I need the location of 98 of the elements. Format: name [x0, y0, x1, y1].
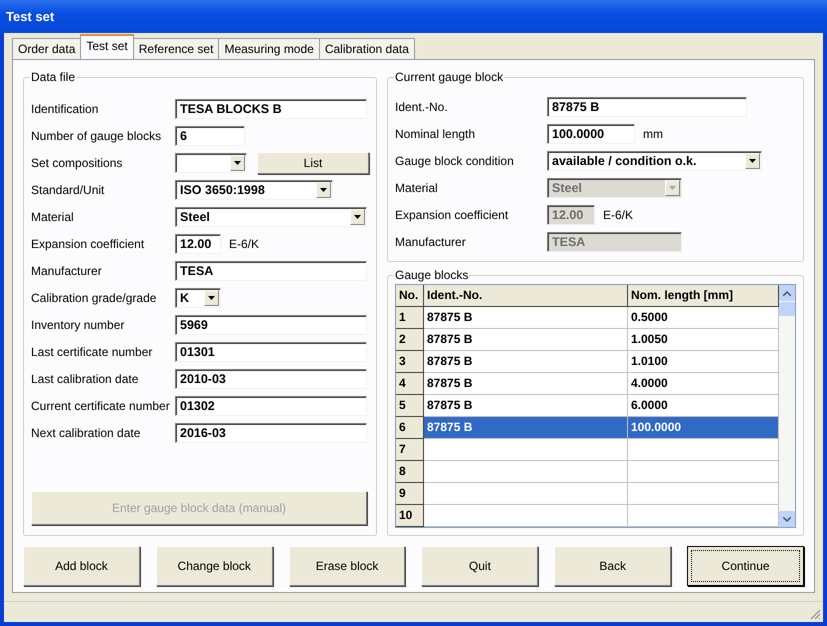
caret-icon: [354, 215, 361, 219]
tab[interactable]: Calibration data: [318, 38, 415, 59]
table-row[interactable]: 1 87875 B 0.5000: [396, 307, 779, 329]
table-cell: 100.0000: [628, 417, 779, 439]
dropdown-arrow-button[interactable]: [230, 155, 245, 171]
table-cell: 87875 B: [424, 417, 628, 439]
field-label: Calibration grade/grade: [31, 291, 158, 305]
group-title: Gauge blocks: [394, 268, 470, 282]
field-label: Expansion coefficient: [395, 208, 510, 222]
input-field[interactable]: TESA: [175, 261, 367, 281]
row-number: 1: [396, 307, 424, 329]
table-row[interactable]: 3 87875 B 1.0100: [396, 351, 779, 373]
field-label: Inventory number: [31, 318, 126, 332]
table-cell: 87875 B: [424, 351, 628, 373]
action-button[interactable]: Continue: [687, 546, 804, 586]
dropdown-arrow-button[interactable]: [745, 153, 760, 169]
table-row[interactable]: 8: [396, 461, 779, 483]
input-field[interactable]: 100.0000: [547, 124, 635, 144]
column-header[interactable]: Ident.-No.: [424, 285, 628, 307]
tab[interactable]: Test set: [80, 34, 134, 59]
field-label: Ident.-No.: [395, 100, 449, 114]
scrollbar[interactable]: [779, 285, 795, 527]
scroll-down-button[interactable]: [779, 511, 795, 527]
field-label: Manufacturer: [31, 264, 103, 278]
input-field[interactable]: 2016-03: [175, 423, 367, 443]
tab[interactable]: Reference set: [132, 38, 220, 59]
table-cell: 87875 B: [424, 373, 628, 395]
table-cell: 87875 B: [424, 329, 628, 351]
field-label: Standard/Unit: [31, 183, 106, 197]
input-field[interactable]: 87875 B: [547, 97, 747, 117]
table-row[interactable]: 10: [396, 505, 779, 527]
row-number: 10: [396, 505, 424, 527]
field-label: Manufacturer: [395, 235, 467, 249]
column-header[interactable]: Nom. length [mm]: [628, 285, 779, 307]
action-button[interactable]: Quit: [421, 546, 538, 586]
row-number: 3: [396, 351, 424, 373]
row-number: 9: [396, 483, 424, 505]
window-title: Test set: [6, 9, 54, 24]
input-field[interactable]: 01301: [175, 342, 367, 362]
table-row[interactable]: 2 87875 B 1.0050: [396, 329, 779, 351]
group-title: Data file: [30, 70, 76, 84]
field-label: Next calibration date: [31, 426, 142, 440]
dropdown-field[interactable]: K: [175, 288, 221, 308]
caret-icon: [669, 186, 676, 190]
unit-label: E-6/K: [603, 208, 634, 222]
input-field[interactable]: 01302: [175, 396, 367, 416]
action-button[interactable]: Change block: [156, 546, 273, 586]
input-field[interactable]: 2010-03: [175, 369, 367, 389]
scroll-up-button[interactable]: [779, 285, 795, 301]
dropdown-arrow-button[interactable]: [204, 290, 219, 306]
input-field[interactable]: TESA BLOCKS B: [175, 99, 367, 119]
row-number: 5: [396, 395, 424, 417]
scroll-thumb[interactable]: [779, 302, 795, 316]
dropdown-arrow-button[interactable]: [350, 209, 365, 225]
caret-icon: [208, 296, 215, 300]
field-label: Material: [31, 210, 75, 224]
field-label: Number of gauge blocks: [31, 129, 162, 143]
dropdown-arrow-button[interactable]: [316, 182, 331, 198]
row-number: 6: [396, 417, 424, 439]
resize-grip-icon: [809, 608, 821, 620]
caret-icon: [320, 188, 327, 192]
action-button[interactable]: Erase block: [288, 546, 406, 586]
dropdown-field[interactable]: [175, 153, 247, 173]
action-button[interactable]: Back: [554, 546, 672, 586]
field-label: Set compositions: [31, 156, 124, 170]
list-button[interactable]: List: [257, 152, 369, 174]
caret-icon: [749, 159, 756, 163]
dropdown-field[interactable]: Steel: [175, 207, 367, 227]
caret-icon: [234, 161, 241, 165]
group-title: Current gauge block: [394, 70, 504, 84]
row-number: 4: [396, 373, 424, 395]
table-cell: 87875 B: [424, 307, 628, 329]
action-button[interactable]: Add block: [23, 546, 140, 586]
field-label: Last certificate number: [31, 345, 154, 359]
field-label: Identification: [31, 102, 100, 116]
input-field[interactable]: 5969: [175, 315, 367, 335]
unit-label: mm: [643, 127, 663, 141]
input-field[interactable]: 6: [175, 126, 245, 146]
table-row[interactable]: 9: [396, 483, 779, 505]
field-label: Current certificate number: [31, 399, 171, 413]
tab[interactable]: Order data: [12, 38, 82, 59]
field-label: Expansion coefficient: [31, 237, 146, 251]
field-label: Last calibration date: [31, 372, 140, 386]
field-label: Gauge block condition: [395, 154, 515, 168]
dropdown-field[interactable]: ISO 3650:1998: [175, 180, 333, 200]
table-row[interactable]: 6 87875 B 100.0000: [396, 417, 779, 439]
field-label: Nominal length: [395, 127, 476, 141]
unit-label: E-6/K: [229, 237, 260, 251]
row-number: 2: [396, 329, 424, 351]
column-header[interactable]: No.: [396, 285, 424, 307]
table-row[interactable]: 4 87875 B 4.0000: [396, 373, 779, 395]
input-field[interactable]: 12.00: [175, 234, 221, 254]
tab[interactable]: Measuring mode: [218, 38, 320, 59]
row-number: 8: [396, 461, 424, 483]
dropdown-field[interactable]: available / condition o.k.: [547, 151, 762, 171]
field-label: Material: [395, 181, 439, 195]
row-number: 7: [396, 439, 424, 461]
table-row[interactable]: 7: [396, 439, 779, 461]
